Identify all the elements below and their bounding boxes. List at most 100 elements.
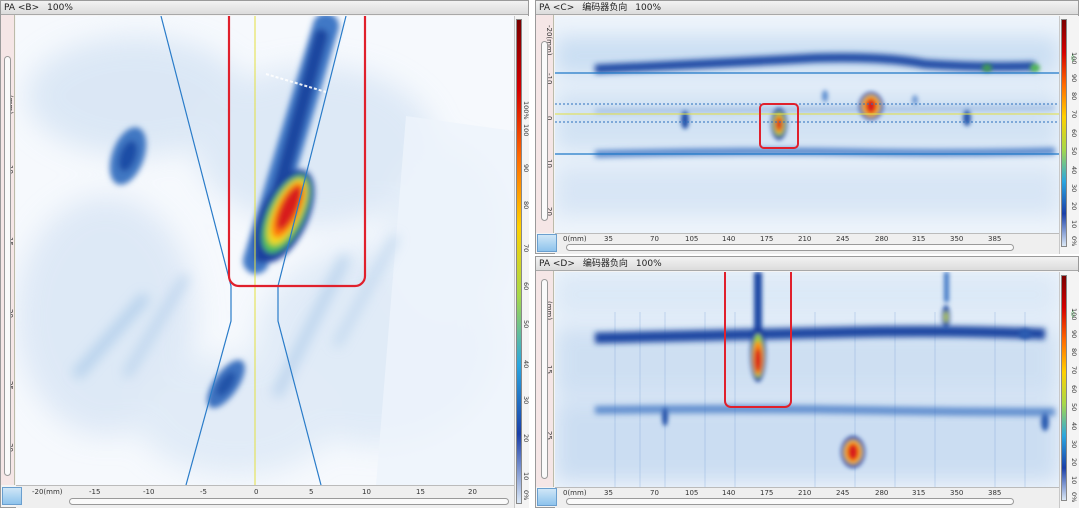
d-scan-colorbar-label: 80 bbox=[1070, 348, 1078, 357]
b-scan-colorbar-label: 0% bbox=[522, 490, 530, 501]
b-scan-colorbar-label: 30 bbox=[522, 396, 530, 405]
d-scan-colorbar-label: 30 bbox=[1070, 440, 1078, 449]
c-scan-scan-tick: 350 bbox=[950, 235, 964, 243]
c-scan-colorbar-label: 10 bbox=[1070, 220, 1078, 229]
c-scan-title: PA <C> bbox=[539, 3, 575, 13]
b-scan-index-tick: 20 bbox=[468, 488, 477, 496]
c-scan-scan-tick: 105 bbox=[685, 235, 699, 243]
b-scan-colorbar-label: 100% bbox=[522, 101, 530, 120]
c-scan-colorbar-label: 60 bbox=[1070, 129, 1078, 138]
c-scan-scan-tick: 280 bbox=[875, 235, 889, 243]
c-scan-scan-tick: 245 bbox=[836, 235, 850, 243]
d-scan-graphic bbox=[555, 272, 1059, 487]
c-scan-colorbar bbox=[1061, 19, 1067, 247]
b-scan-colorbar bbox=[516, 19, 522, 504]
c-scan-scan-tick: 35 bbox=[604, 235, 613, 243]
d-scan-colorbar-label: 60 bbox=[1070, 385, 1078, 394]
c-scan-graphic bbox=[555, 16, 1059, 233]
b-scan-colorbar-label: 100 bbox=[522, 124, 530, 137]
c-scan-image[interactable] bbox=[555, 16, 1059, 233]
d-scan-horizontal-scrollbar[interactable] bbox=[566, 498, 1014, 505]
b-scan-image[interactable] bbox=[16, 16, 514, 485]
c-scan-horizontal-scrollbar[interactable] bbox=[566, 244, 1014, 251]
b-scan-vertical-scrollbar[interactable] bbox=[4, 56, 11, 476]
d-scan-title: PA <D> bbox=[539, 259, 575, 269]
c-scan-titlebar: PA <C> 编码器负向 100% bbox=[536, 1, 1078, 15]
c-scan-colorbar-label: 0% bbox=[1070, 236, 1078, 247]
c-scan-colorbar-label: 90 bbox=[1070, 74, 1078, 83]
b-scan-titlebar: PA <B> 100% bbox=[1, 1, 528, 15]
d-scan-colorbar-label: 50 bbox=[1070, 403, 1078, 412]
b-scan-colorbar-label: 90 bbox=[522, 164, 530, 173]
d-scan-colorbar-marker-icon[interactable]: ◊ bbox=[1071, 310, 1074, 318]
c-scan-corner-button[interactable] bbox=[537, 234, 557, 252]
d-scan-colorbar-label: 90 bbox=[1070, 330, 1078, 339]
b-scan-horizontal-scrollbar[interactable] bbox=[69, 498, 509, 505]
b-scan-colorbar-label: 60 bbox=[522, 282, 530, 291]
c-scan-scan-tick: 175 bbox=[760, 235, 774, 243]
b-scan-colorbar-label: 50 bbox=[522, 320, 530, 329]
d-scan-scan-tick: 175 bbox=[760, 489, 774, 497]
d-scan-scan-tick: 210 bbox=[798, 489, 812, 497]
b-scan-graphic bbox=[16, 16, 514, 485]
d-scan-colorbar-strip: 100 90 80 70 60 50 40 30 20 10 0% ◊ bbox=[1059, 272, 1079, 508]
d-scan-scan-tick: 315 bbox=[912, 489, 926, 497]
c-scan-colorbar-label: 70 bbox=[1070, 110, 1078, 119]
d-scan-colorbar-label: 10 bbox=[1070, 476, 1078, 485]
d-scan-scan-tick: 105 bbox=[685, 489, 699, 497]
b-scan-index-tick: 10 bbox=[362, 488, 371, 496]
d-scan-image[interactable] bbox=[555, 272, 1059, 487]
d-scan-axis-label: 编码器负向 bbox=[582, 259, 628, 269]
d-scan-titlebar: PA <D> 编码器负向 100% bbox=[536, 257, 1078, 271]
d-scan-colorbar-label: 20 bbox=[1070, 458, 1078, 467]
d-scan-scan-tick: 140 bbox=[722, 489, 736, 497]
b-scan-index-tick: 5 bbox=[309, 488, 314, 496]
c-scan-axis-label: 编码器负向 bbox=[582, 3, 628, 13]
d-scan-scan-tick: 35 bbox=[604, 489, 613, 497]
d-scan-zoom: 100% bbox=[635, 259, 662, 269]
b-scan-corner-button[interactable] bbox=[2, 487, 22, 505]
d-scan-scan-tick: 245 bbox=[836, 489, 850, 497]
d-scan-colorbar bbox=[1061, 275, 1067, 501]
d-scan-scan-tick: 280 bbox=[875, 489, 889, 497]
d-scan-scan-tick: 70 bbox=[650, 489, 659, 497]
b-scan-colorbar-label: 40 bbox=[522, 360, 530, 369]
b-scan-title: PA <B> bbox=[4, 3, 40, 13]
d-scan-corner-button[interactable] bbox=[537, 488, 557, 506]
c-scan-zoom: 100% bbox=[635, 3, 661, 13]
c-scan-scan-tick: 70 bbox=[650, 235, 659, 243]
c-scan-panel: PA <C> 编码器负向 100% -20(mm) -10 0 10 20 0(… bbox=[535, 0, 1079, 254]
d-scan-scan-tick: 350 bbox=[950, 489, 964, 497]
c-scan-colorbar-label: 50 bbox=[1070, 147, 1078, 156]
c-scan-colorbar-strip: 100 90 80 70 60 50 40 30 20 10 0% ◊ bbox=[1059, 16, 1079, 254]
c-scan-scan-tick: 385 bbox=[988, 235, 1002, 243]
b-scan-colorbar-strip: 100% 100 90 80 70 60 50 40 30 20 10 0% bbox=[514, 16, 530, 508]
c-scan-colorbar-label: 20 bbox=[1070, 202, 1078, 211]
b-scan-index-tick: -10 bbox=[143, 488, 155, 496]
d-scan-colorbar-label: 70 bbox=[1070, 366, 1078, 375]
c-scan-colorbar-marker-icon[interactable]: ◊ bbox=[1071, 54, 1074, 62]
b-scan-index-tick: 0 bbox=[254, 488, 259, 496]
b-scan-colorbar-label: 70 bbox=[522, 244, 530, 253]
b-scan-index-tick: -20(mm) bbox=[32, 488, 63, 496]
b-scan-index-tick: -5 bbox=[200, 488, 207, 496]
c-scan-colorbar-label: 40 bbox=[1070, 166, 1078, 175]
c-scan-scan-tick: 140 bbox=[722, 235, 736, 243]
d-scan-colorbar-label: 40 bbox=[1070, 422, 1078, 431]
c-scan-scan-tick: 210 bbox=[798, 235, 812, 243]
b-scan-colorbar-label: 80 bbox=[522, 201, 530, 210]
b-scan-colorbar-label: 20 bbox=[522, 434, 530, 443]
d-scan-scan-tick: 385 bbox=[988, 489, 1002, 497]
b-scan-colorbar-label: 10 bbox=[522, 472, 530, 481]
b-scan-index-tick: 15 bbox=[416, 488, 425, 496]
b-scan-zoom: 100% bbox=[47, 3, 73, 13]
d-scan-colorbar-label: 0% bbox=[1070, 492, 1078, 503]
b-scan-index-tick: -15 bbox=[89, 488, 101, 496]
c-scan-vertical-scrollbar[interactable] bbox=[541, 41, 548, 221]
c-scan-colorbar-label: 30 bbox=[1070, 184, 1078, 193]
b-scan-panel: PA <B>100% (mm) 10 15 20 25 30 bbox=[0, 0, 530, 508]
d-scan-vertical-scrollbar[interactable] bbox=[541, 279, 548, 479]
d-scan-panel: PA <D> 编码器负向 100% (mm) 15 25 0(mm) 35 70… bbox=[535, 256, 1079, 508]
c-scan-scan-tick: 0(mm) bbox=[563, 235, 587, 243]
c-scan-scan-tick: 315 bbox=[912, 235, 926, 243]
